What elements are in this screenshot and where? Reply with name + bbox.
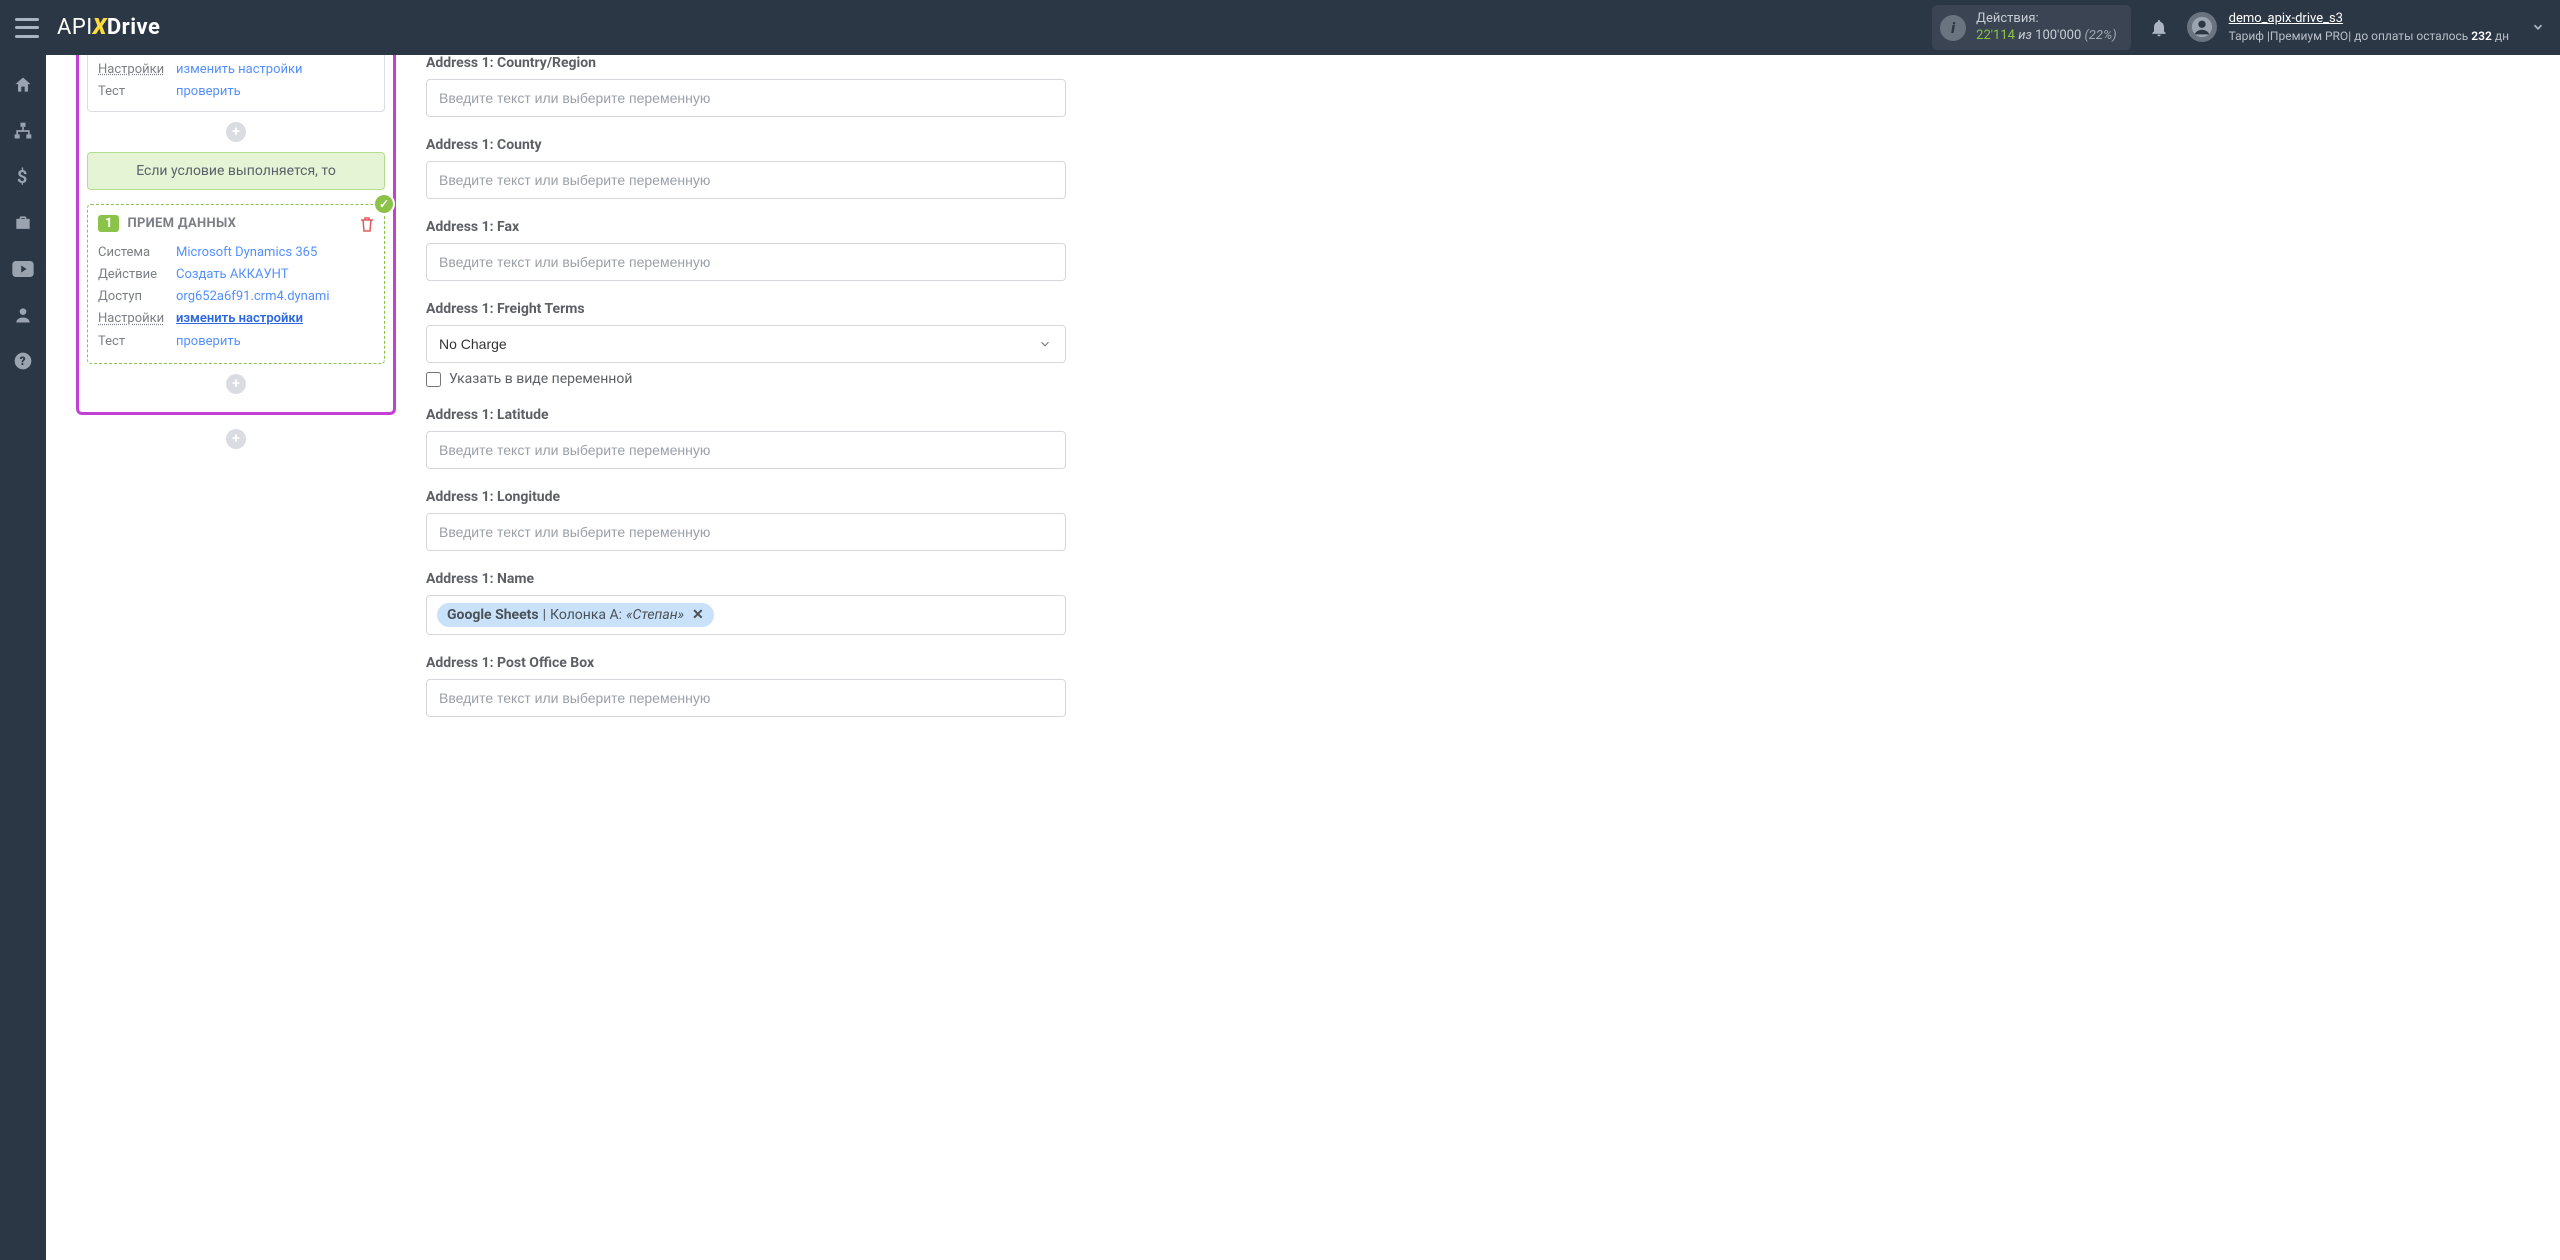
logo-drive: Drive xyxy=(107,15,161,40)
dollar-icon[interactable]: $ xyxy=(11,165,35,189)
logo[interactable]: APIXDrive xyxy=(57,15,160,40)
field-input-county[interactable] xyxy=(426,161,1066,199)
tariff-days: 232 xyxy=(2471,29,2492,43)
help-icon[interactable]: ? xyxy=(11,349,35,373)
step-number-badge: 1 xyxy=(98,215,119,232)
home-icon[interactable] xyxy=(11,73,35,97)
card-title: ПРИЕМ ДАННЫХ xyxy=(127,216,236,231)
actions-label: Действия: xyxy=(1976,11,2116,28)
tag-val: «Степан» xyxy=(626,607,684,623)
tariff-suffix: | до оплаты осталось xyxy=(2348,29,2468,43)
variable-checkbox-row[interactable]: Указать в виде переменной xyxy=(426,371,1066,387)
variable-checkbox[interactable] xyxy=(426,372,441,387)
logo-x-icon: X xyxy=(93,15,107,40)
bell-icon[interactable] xyxy=(2149,18,2169,38)
source-settings-label: Настройки xyxy=(98,59,176,81)
youtube-icon[interactable] xyxy=(11,257,35,281)
field-input-longitude[interactable] xyxy=(426,513,1066,551)
actions-pct: (22%) xyxy=(2084,28,2116,43)
field-label-freight: Address 1: Freight Terms xyxy=(426,301,1066,317)
add-step-button-2[interactable]: + xyxy=(226,374,246,394)
menu-toggle[interactable] xyxy=(15,18,39,38)
variable-checkbox-label: Указать в виде переменной xyxy=(449,371,632,387)
briefcase-icon[interactable] xyxy=(11,211,35,235)
tag-source: Google Sheets xyxy=(447,607,539,623)
actions-total: 100'000 xyxy=(2035,28,2081,43)
test-link[interactable]: проверить xyxy=(176,331,241,353)
field-input-country[interactable] xyxy=(426,79,1066,117)
access-link[interactable]: org652a6f91.crm4.dynami xyxy=(176,286,330,308)
workflow-source-block: Настройкиизменить настройки Тестпроверит… xyxy=(76,55,396,415)
info-icon: i xyxy=(1940,15,1966,41)
action-link[interactable]: Создать АККАУНТ xyxy=(176,264,289,286)
chevron-down-icon xyxy=(2531,20,2545,34)
add-step-button[interactable]: + xyxy=(226,122,246,142)
field-input-fax[interactable] xyxy=(426,243,1066,281)
avatar-icon xyxy=(2187,12,2217,42)
tariff-unit: дн xyxy=(2495,29,2509,43)
field-label-country: Address 1: Country/Region xyxy=(426,55,1066,71)
settings-link[interactable]: изменить настройки xyxy=(176,308,303,330)
destination-card[interactable]: ✓ 1 ПРИЕМ ДАННЫХ СистемаMicrosoft Dynami… xyxy=(87,204,385,363)
sitemap-icon[interactable] xyxy=(11,119,35,143)
svg-text:?: ? xyxy=(20,354,26,368)
access-label: Доступ xyxy=(98,286,176,308)
source-test-label: Тест xyxy=(98,81,176,103)
tag-col: Колонка A: xyxy=(550,607,622,623)
field-label-name: Address 1: Name xyxy=(426,571,1066,587)
source-settings-link[interactable]: изменить настройки xyxy=(176,59,303,81)
source-test-link[interactable]: проверить xyxy=(176,81,241,103)
condition-banner: Если условие выполняется, то xyxy=(87,152,385,190)
tag-sep: | xyxy=(543,607,546,623)
field-select-freight[interactable] xyxy=(426,325,1066,363)
tariff-name: Премиум PRO xyxy=(2270,29,2348,43)
actions-counter[interactable]: i Действия: 22'114 из 100'000 (22%) xyxy=(1932,5,2130,51)
field-input-pobox[interactable] xyxy=(426,679,1066,717)
variable-tag[interactable]: Google Sheets | Колонка A: «Степан» ✕ xyxy=(437,603,714,627)
field-label-latitude: Address 1: Latitude xyxy=(426,407,1066,423)
user-menu[interactable]: demo_apix-drive_s3 Тариф |Премиум PRO| д… xyxy=(2187,10,2545,45)
tag-remove-icon[interactable]: ✕ xyxy=(692,607,704,623)
check-icon: ✓ xyxy=(373,193,395,215)
svg-text:$: $ xyxy=(17,167,27,187)
field-label-county: Address 1: County xyxy=(426,137,1066,153)
actions-iz: из xyxy=(2018,28,2032,43)
field-input-name[interactable]: Google Sheets | Колонка A: «Степан» ✕ xyxy=(426,595,1066,635)
action-label: Действие xyxy=(98,264,176,286)
logo-api: API xyxy=(57,15,93,40)
user-icon[interactable] xyxy=(11,303,35,327)
field-label-longitude: Address 1: Longitude xyxy=(426,489,1066,505)
field-label-fax: Address 1: Fax xyxy=(426,219,1066,235)
field-input-latitude[interactable] xyxy=(426,431,1066,469)
trash-icon[interactable] xyxy=(360,216,374,232)
settings-label: Настройки xyxy=(98,308,176,330)
user-name-link[interactable]: demo_apix-drive_s3 xyxy=(2229,11,2343,26)
add-block-button[interactable]: + xyxy=(226,429,246,449)
system-link[interactable]: Microsoft Dynamics 365 xyxy=(176,242,317,264)
tariff-prefix: Тариф | xyxy=(2229,29,2270,43)
system-label: Система xyxy=(98,242,176,264)
test-label: Тест xyxy=(98,331,176,353)
field-label-pobox: Address 1: Post Office Box xyxy=(426,655,1066,671)
actions-used: 22'114 xyxy=(1976,28,2015,43)
